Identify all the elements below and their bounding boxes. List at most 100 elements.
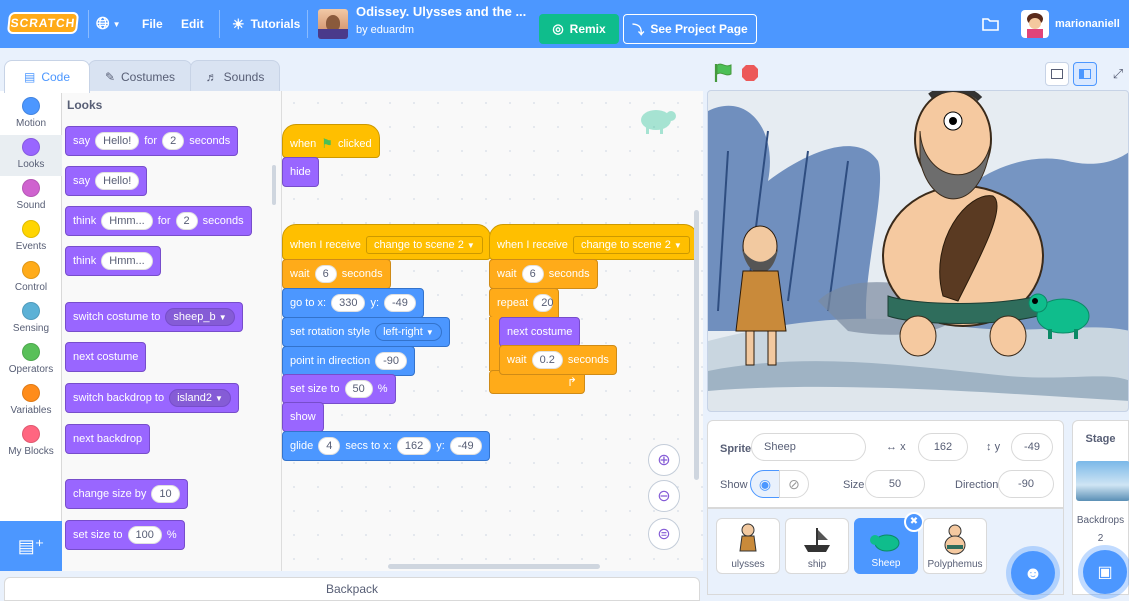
go-to-xy-block[interactable]: go to x: 330 y: -49 xyxy=(282,288,424,318)
block-input[interactable]: Hello! xyxy=(95,172,140,190)
point-in-direction-block[interactable]: point in direction -90 xyxy=(282,346,416,376)
category-variables[interactable]: Variables xyxy=(0,381,62,422)
sprite-thumb-polyphemus[interactable]: Polyphemus xyxy=(923,518,987,574)
stop-button[interactable] xyxy=(741,64,759,82)
set-size-block[interactable]: set size to 50 % xyxy=(282,374,396,404)
tab-costumes[interactable]: ✎ Costumes xyxy=(88,60,192,92)
edit-menu[interactable]: Edit xyxy=(181,0,204,48)
backdrop-thumbnail[interactable] xyxy=(1076,461,1129,501)
delete-sprite-button[interactable]: ✖ xyxy=(904,512,924,532)
zoom-reset-icon[interactable]: ⊜ xyxy=(648,518,680,550)
when-i-receive-block[interactable]: when I receive change to scene 2 ▼ xyxy=(489,224,698,260)
sprite-thumb-sheep[interactable]: Sheep ✖ xyxy=(854,512,924,574)
language-menu[interactable]: 🌐︎ ▼ xyxy=(96,0,121,48)
category-motion[interactable]: Motion xyxy=(0,94,62,135)
my-stuff-folder-icon[interactable] xyxy=(982,0,999,48)
block-input[interactable]: -90 xyxy=(375,352,408,370)
tab-sounds[interactable]: ♬ Sounds xyxy=(190,60,280,92)
block-input[interactable]: 4 xyxy=(318,437,341,455)
tutorials-button[interactable]: ☀ Tutorials xyxy=(232,0,300,48)
workspace-vertical-scrollbar[interactable] xyxy=(694,210,699,480)
block-input[interactable]: 100 xyxy=(127,526,162,544)
sprite-name-input[interactable]: Sheep xyxy=(751,433,866,461)
project-author[interactable]: by eduardm xyxy=(356,24,414,36)
glide-block[interactable]: glide 4 secs to x: 162 y: -49 xyxy=(282,431,490,461)
block-input[interactable]: -49 xyxy=(449,437,482,455)
think-for-block[interactable]: think Hmm... for 2 seconds xyxy=(65,206,252,236)
green-flag-button[interactable] xyxy=(712,62,734,84)
block-input[interactable]: 20 xyxy=(533,294,553,312)
normal-stage-button[interactable] xyxy=(1073,62,1097,86)
set-rotation-style-block[interactable]: set rotation style left-right ▼ xyxy=(282,317,450,347)
small-stage-button[interactable] xyxy=(1045,62,1069,86)
block-input[interactable]: 2 xyxy=(162,132,185,150)
costume-dropdown[interactable]: sheep_b ▼ xyxy=(165,308,235,326)
sprite-thumb-ulysses[interactable]: ulysses xyxy=(716,518,780,574)
when-i-receive-block[interactable]: when I receive change to scene 2 ▼ xyxy=(282,224,491,260)
zoom-out-icon[interactable]: ⊖ xyxy=(648,480,680,512)
backdrop-dropdown[interactable]: island2 ▼ xyxy=(169,389,231,407)
show-hidden-button[interactable]: ⊘ xyxy=(779,470,809,498)
next-backdrop-block[interactable]: next backdrop xyxy=(65,424,151,454)
choose-sprite-button[interactable]: ☻ xyxy=(1011,551,1055,595)
set-size-block[interactable]: set size to 100 % xyxy=(65,520,185,550)
code-workspace[interactable]: when ⚑ clicked hide when I receive chang… xyxy=(282,91,703,571)
block-input[interactable]: -49 xyxy=(384,294,416,312)
category-sensing[interactable]: Sensing xyxy=(0,299,62,340)
block-input[interactable]: 2 xyxy=(175,212,198,230)
when-flag-clicked-block[interactable]: when ⚑ clicked xyxy=(282,124,380,158)
tab-code[interactable]: ▤ Code xyxy=(4,60,90,93)
show-block[interactable]: show xyxy=(282,402,324,432)
category-my-blocks[interactable]: My Blocks xyxy=(0,422,62,463)
category-control[interactable]: Control xyxy=(0,258,62,299)
size-input[interactable]: 50 xyxy=(865,470,925,498)
block-input[interactable]: 6 xyxy=(521,265,544,283)
repeat-header[interactable]: repeat 20 xyxy=(489,288,559,318)
choose-backdrop-button[interactable]: ▣ xyxy=(1083,550,1127,594)
block-input[interactable]: 10 xyxy=(151,485,180,503)
category-events[interactable]: Events xyxy=(0,217,62,258)
y-position-input[interactable]: -49 xyxy=(1011,433,1053,461)
category-looks[interactable]: Looks xyxy=(0,135,62,176)
direction-input[interactable]: -90 xyxy=(998,470,1054,498)
message-dropdown[interactable]: change to scene 2 ▼ xyxy=(572,236,690,254)
category-operators[interactable]: Operators xyxy=(0,340,62,381)
rotation-style-dropdown[interactable]: left-right ▼ xyxy=(375,323,442,341)
backpack[interactable]: Backpack xyxy=(4,577,700,601)
block-input[interactable]: Hmm... xyxy=(101,252,153,270)
zoom-in-icon[interactable]: ⊕ xyxy=(648,444,680,476)
next-costume-block[interactable]: next costume xyxy=(499,317,581,347)
switch-costume-block[interactable]: switch costume to sheep_b ▼ xyxy=(65,302,243,332)
change-size-block[interactable]: change size by 10 xyxy=(65,479,188,509)
file-menu[interactable]: File xyxy=(142,0,163,48)
scratch-logo[interactable]: SCRATCH xyxy=(6,12,80,34)
say-for-block[interactable]: say Hello! for 2 seconds xyxy=(65,126,239,156)
see-project-page-button[interactable]: ⤵︎ See Project Page xyxy=(623,14,757,44)
block-input[interactable]: Hmm... xyxy=(101,212,153,230)
palette-scrollbar[interactable] xyxy=(272,165,276,205)
block-input[interactable]: 6 xyxy=(314,265,337,283)
show-visible-button[interactable]: ◉ xyxy=(750,470,780,498)
x-position-input[interactable]: 162 xyxy=(918,433,968,461)
block-input[interactable]: 50 xyxy=(344,380,373,398)
hide-block[interactable]: hide xyxy=(282,157,319,187)
project-title[interactable]: Odissey. Ulysses and the ... xyxy=(356,4,534,19)
wait-block[interactable]: wait 6 seconds xyxy=(489,259,598,289)
block-input[interactable]: 330 xyxy=(331,294,366,312)
block-input[interactable]: 0.2 xyxy=(531,351,563,369)
wait-block[interactable]: wait 0.2 seconds xyxy=(499,345,617,375)
add-extension-button[interactable]: ▤⁺ xyxy=(0,521,62,571)
think-block[interactable]: think Hmm... xyxy=(65,246,161,276)
message-dropdown[interactable]: change to scene 2 ▼ xyxy=(365,236,483,254)
workspace-horizontal-scrollbar[interactable] xyxy=(388,564,600,569)
sprite-thumb-ship[interactable]: ship xyxy=(785,518,849,574)
switch-backdrop-block[interactable]: switch backdrop to island2 ▼ xyxy=(65,383,239,413)
wait-block[interactable]: wait 6 seconds xyxy=(282,259,391,289)
stage-canvas[interactable] xyxy=(707,90,1129,412)
category-sound[interactable]: Sound xyxy=(0,176,62,217)
next-costume-block[interactable]: next costume xyxy=(65,342,147,372)
remix-button[interactable]: ◎ Remix xyxy=(539,14,619,44)
say-block[interactable]: say Hello! xyxy=(65,166,148,196)
account-menu[interactable]: marionaniell xyxy=(1021,0,1120,48)
fullscreen-icon[interactable]: ⤢ xyxy=(1106,62,1129,86)
